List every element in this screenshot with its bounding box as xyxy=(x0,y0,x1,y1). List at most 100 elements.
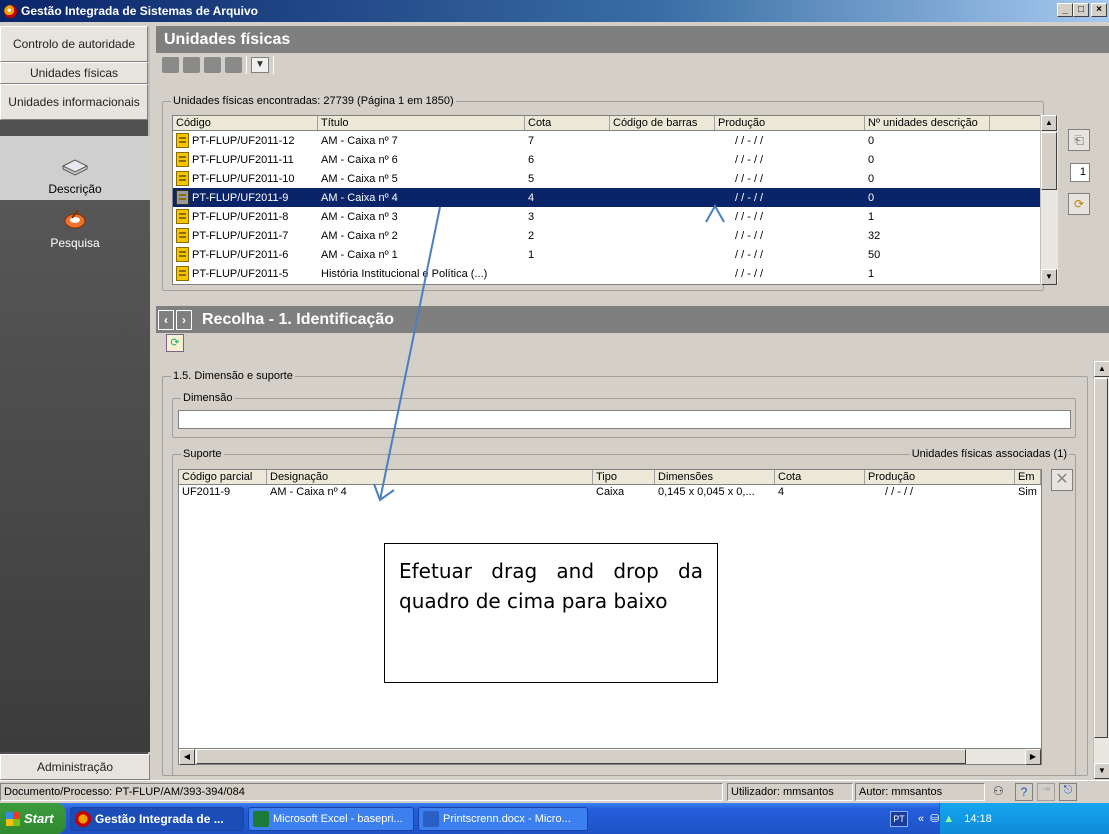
windows-flag-icon xyxy=(6,811,20,826)
user-switch-icon[interactable]: ⚇ xyxy=(993,784,1011,800)
task-label: Gestão Integrada de ... xyxy=(95,811,224,826)
toolbar-separator xyxy=(246,56,247,74)
cell-n-unidades: 0 xyxy=(868,172,875,185)
table-row[interactable]: UF2011-9 AM - Caixa nº 4 Caixa 0,145 x 0,04… xyxy=(179,485,1041,499)
cell-codigo: PT-FLUP/UF2011-5 xyxy=(173,266,318,281)
network-icon[interactable]: ⛁ xyxy=(930,812,939,825)
next-section-button[interactable]: › xyxy=(176,309,192,330)
cell-n-unidades: 32 xyxy=(868,229,881,242)
new-icon[interactable] xyxy=(162,57,179,73)
remove-icon[interactable]: ✕ xyxy=(1051,469,1073,491)
start-button[interactable]: Start xyxy=(0,803,66,834)
sidebar-item-descricao[interactable]: Descrição xyxy=(0,136,150,200)
tray-expand-icon[interactable]: « xyxy=(918,813,924,825)
scroll-left-button[interactable]: ◀ xyxy=(179,749,195,765)
col-tipo[interactable]: Tipo xyxy=(593,470,655,484)
col-codigo-parcial[interactable]: Código parcial xyxy=(179,470,267,484)
scroll-up-button[interactable]: ▲ xyxy=(1041,115,1057,131)
cell-dimensoes: 0,145 x 0,045 x 0,... xyxy=(658,486,755,498)
table-row[interactable]: PT-FLUP/UF2011-11 AM - Caixa nº 6 6 / / - /… xyxy=(173,150,1051,169)
cell-codigo-parcial: UF2011-9 xyxy=(182,486,231,498)
maximize-button[interactable]: □ xyxy=(1073,3,1089,17)
table-row[interactable]: PT-FLUP/UF2011-5 História Institucional e… xyxy=(173,264,1051,283)
word-icon xyxy=(423,810,439,827)
box-icon xyxy=(176,190,189,205)
col-codigo[interactable]: Código xyxy=(173,116,318,130)
scroll-up-button[interactable]: ▲ xyxy=(1094,361,1109,377)
dimensao-label: Dimensão xyxy=(181,392,235,404)
sidebar-item-unidades-informacionais[interactable]: Unidades informacionais xyxy=(0,84,148,120)
view-icon[interactable] xyxy=(204,57,221,73)
cell-titulo: AM - Caixa nº 6 xyxy=(321,153,398,166)
cell-cota: 6 xyxy=(528,153,535,166)
exit-icon[interactable]: ⎋ xyxy=(1059,782,1077,801)
scroll-thumb[interactable] xyxy=(196,749,966,764)
table-row[interactable]: PT-FLUP/UF2011-7 AM - Caixa nº 2 2 / / - / … xyxy=(173,226,1051,245)
table-body: UF2011-9 AM - Caixa nº 4 Caixa 0,145 x 0,04… xyxy=(179,485,1041,499)
statusbar: Documento/Processo: PT-FLUP/AM/393-394/0… xyxy=(0,780,1109,802)
table-row[interactable]: PT-FLUP/UF2011-6 AM - Caixa nº 1 1 / / - / … xyxy=(173,245,1051,264)
table-row[interactable]: PT-FLUP/UF2011-8 AM - Caixa nº 3 3 / / - / … xyxy=(173,207,1051,226)
page-number-field[interactable]: 1 xyxy=(1070,163,1090,182)
sidebar-item-unidades-fisicas[interactable]: Unidades físicas xyxy=(0,62,148,84)
col-codigo-barras[interactable]: Código de barras xyxy=(610,116,715,130)
scroll-thumb[interactable] xyxy=(1094,378,1108,738)
col-n-unidades[interactable]: Nº unidades descrição xyxy=(865,116,990,130)
section-title-recolha: Recolha - 1. Identificação xyxy=(202,310,395,328)
cell-titulo: AM - Caixa nº 5 xyxy=(321,172,398,185)
section2-scrollbar[interactable]: ▲ ▼ xyxy=(1093,361,1109,779)
cell-titulo: AM - Caixa nº 1 xyxy=(321,248,398,261)
col-producao[interactable]: Produção xyxy=(715,116,865,130)
delete-icon[interactable] xyxy=(225,57,242,73)
window-titlebar[interactable]: Gestão Integrada de Sistemas de Arquivo … xyxy=(0,0,1109,22)
scroll-right-button[interactable]: ▶ xyxy=(1025,749,1041,765)
table-row[interactable]: PT-FLUP/UF2011-9 AM - Caixa nº 4 4 / / - / … xyxy=(173,188,1051,207)
col-dimensoes[interactable]: Dimensões xyxy=(655,470,775,484)
scroll-thumb[interactable] xyxy=(1041,132,1057,190)
cell-producao: / / - / / xyxy=(735,172,764,185)
refresh-icon[interactable]: ⟳ xyxy=(166,334,184,352)
cell-producao: / / - / / xyxy=(885,486,914,498)
help-icon[interactable]: ? xyxy=(1015,782,1033,801)
col-cota[interactable]: Cota xyxy=(525,116,610,130)
cell-codigo: PT-FLUP/UF2011-8 xyxy=(173,209,318,224)
col-em[interactable]: Em xyxy=(1015,470,1041,484)
dimensao-input[interactable] xyxy=(178,410,1071,429)
table-row[interactable]: PT-FLUP/UF2011-12 AM - Caixa nº 7 7 / / - /… xyxy=(173,131,1051,150)
scroll-down-button[interactable]: ▼ xyxy=(1094,763,1109,779)
task-word[interactable]: Printscrenn.docx - Micro... xyxy=(418,806,588,831)
cell-designacao: AM - Caixa nº 4 xyxy=(270,486,347,498)
col-titulo[interactable]: Título xyxy=(318,116,525,130)
edit-icon[interactable] xyxy=(183,57,200,73)
col-designacao[interactable]: Designação xyxy=(267,470,593,484)
dimensao-suporte-label: 1.5. Dimensão e suporte xyxy=(171,370,295,382)
col-producao[interactable]: Produção xyxy=(865,470,1015,484)
minimize-button[interactable]: _ xyxy=(1057,3,1073,17)
table-row[interactable]: PT-FLUP/UF2011-10 AM - Caixa nº 5 5 / / - /… xyxy=(173,169,1051,188)
security-icon[interactable]: ▲ xyxy=(943,813,954,825)
cell-cota: 4 xyxy=(778,486,785,498)
box-icon xyxy=(176,266,189,281)
sidebar-item-pesquisa[interactable]: Pesquisa xyxy=(0,200,150,254)
export-icon[interactable]: ⎗ xyxy=(1068,129,1090,151)
prev-section-button[interactable]: ‹ xyxy=(158,309,174,330)
scroll-down-button[interactable]: ▼ xyxy=(1041,269,1057,285)
cell-codigo: PT-FLUP/UF2011-9 xyxy=(173,190,318,205)
filter-icon[interactable]: ▼ xyxy=(251,57,269,73)
horizontal-scrollbar[interactable]: ◀ ▶ xyxy=(178,748,1042,765)
col-cota[interactable]: Cota xyxy=(775,470,865,484)
clock: 14:18 xyxy=(964,812,992,825)
cell-codigo: PT-FLUP/UF2011-10 xyxy=(173,171,318,186)
sidebar-item-administracao[interactable]: Administração xyxy=(0,754,150,780)
task-excel[interactable]: Microsoft Excel - basepri... xyxy=(248,806,414,831)
cell-cota: 2 xyxy=(528,229,535,242)
refresh-page-icon[interactable]: ⟳ xyxy=(1068,193,1090,215)
sidebar-item-controlo-autoridade[interactable]: Controlo de autoridade xyxy=(0,26,148,62)
sidebar-panel: Descrição Pesquisa xyxy=(0,136,150,752)
cell-cota: 5 xyxy=(528,172,535,185)
results-scrollbar[interactable]: ▲ ▼ xyxy=(1040,115,1058,285)
language-indicator[interactable]: PT xyxy=(890,810,908,827)
close-button[interactable]: × xyxy=(1091,3,1107,17)
status-autor: Autor: mmsantos xyxy=(855,783,985,801)
task-gestao[interactable]: Gestão Integrada de ... xyxy=(70,806,244,831)
